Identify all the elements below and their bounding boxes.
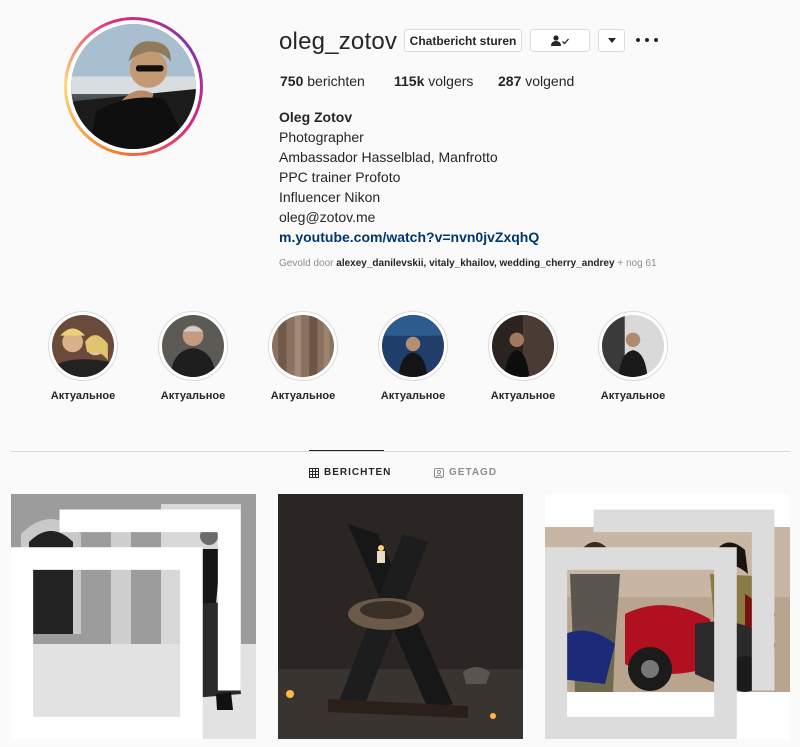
bio-line: Photographer: [279, 129, 364, 145]
highlight-label: Актуальное: [380, 390, 446, 402]
message-button[interactable]: Chatbericht sturen: [404, 29, 522, 52]
followed-by-names: alexey_danilevskii, vitaly_khailov, wedd…: [336, 258, 615, 269]
highlight-cover: [602, 315, 664, 377]
following-button[interactable]: [530, 29, 590, 52]
profile-username: oleg_zotov: [279, 28, 398, 55]
grid-icon: [309, 467, 319, 478]
followers-label: volgers: [428, 73, 474, 89]
story-highlight[interactable]: Актуальное: [588, 311, 678, 402]
stat-followers[interactable]: 115k volgers: [394, 73, 473, 89]
active-tab-indicator: [309, 450, 384, 451]
bio-line: Influencer Nikon: [279, 189, 381, 205]
suggestions-dropdown-button[interactable]: [598, 29, 625, 52]
more-dots-icon: [645, 38, 649, 42]
tab-tagged[interactable]: GETAGD: [434, 467, 497, 478]
highlight-ring: [158, 311, 228, 381]
highlight-label: Актуальное: [270, 390, 336, 402]
highlight-ring: [598, 311, 668, 381]
highlight-ring: [268, 311, 338, 381]
stat-posts: 750 berichten: [280, 73, 365, 89]
highlight-label: Актуальное: [160, 390, 226, 402]
profile-bio: Oleg Zotov Photographer Ambassador Hasse…: [279, 107, 539, 247]
tab-posts-label: BERICHTEN: [324, 467, 392, 478]
bio-email: oleg@zotov.me: [279, 209, 376, 225]
followed-by-more: + nog 61: [617, 258, 657, 269]
highlight-cover: [382, 315, 444, 377]
more-dots-icon: [654, 38, 658, 42]
highlight-label: Актуальное: [490, 390, 556, 402]
highlight-cover: [272, 315, 334, 377]
caret-down-icon: [607, 37, 616, 43]
tagged-person-icon: [434, 467, 444, 478]
highlight-cover: [52, 315, 114, 377]
story-highlight[interactable]: Актуальное: [148, 311, 238, 402]
stat-following[interactable]: 287 volgend: [498, 73, 574, 89]
highlight-cover: [492, 315, 554, 377]
tab-tagged-label: GETAGD: [449, 467, 498, 478]
avatar-frame: [67, 20, 200, 153]
post-thumbnail[interactable]: [545, 494, 790, 739]
followers-count: 115k: [394, 73, 425, 89]
highlight-ring: [488, 311, 558, 381]
posts-count: 750: [280, 73, 304, 89]
bio-line: PPC trainer Profoto: [279, 169, 401, 185]
highlight-label: Актуальное: [50, 390, 116, 402]
post-thumbnail[interactable]: [278, 494, 523, 739]
followed-by-prefix: Gevold door: [279, 258, 334, 269]
carousel-icon: [545, 509, 775, 739]
tab-posts[interactable]: BERICHTEN: [309, 467, 391, 478]
story-highlight[interactable]: Актуальное: [478, 311, 568, 402]
profile-avatar[interactable]: [64, 17, 203, 156]
highlight-ring: [378, 311, 448, 381]
post-image: [278, 494, 523, 739]
following-label: volgend: [525, 73, 575, 89]
more-dots-icon: [636, 38, 640, 42]
post-thumbnail[interactable]: [11, 494, 256, 739]
carousel-icon: [11, 509, 241, 739]
story-highlight[interactable]: Актуальное: [38, 311, 128, 402]
profile-full-name: Oleg Zotov: [279, 109, 353, 125]
highlight-ring: [48, 311, 118, 381]
tabs-divider: [11, 451, 790, 452]
posts-label: berichten: [307, 73, 365, 89]
bio-line: Ambassador Hasselblad, Manfrotto: [279, 149, 498, 165]
bio-link[interactable]: m.youtube.com/watch?v=nvn0jvZxqhQ: [279, 227, 539, 247]
person-check-icon: [551, 34, 569, 46]
story-highlight[interactable]: Актуальное: [258, 311, 348, 402]
story-highlight[interactable]: Актуальное: [368, 311, 458, 402]
highlight-label: Актуальное: [600, 390, 666, 402]
avatar-photo: [71, 24, 196, 149]
followed-by[interactable]: Gevold door alexey_danilevskii, vitaly_k…: [279, 258, 657, 269]
following-count: 287: [498, 73, 522, 89]
more-options-button[interactable]: [636, 32, 658, 48]
highlight-cover: [162, 315, 224, 377]
